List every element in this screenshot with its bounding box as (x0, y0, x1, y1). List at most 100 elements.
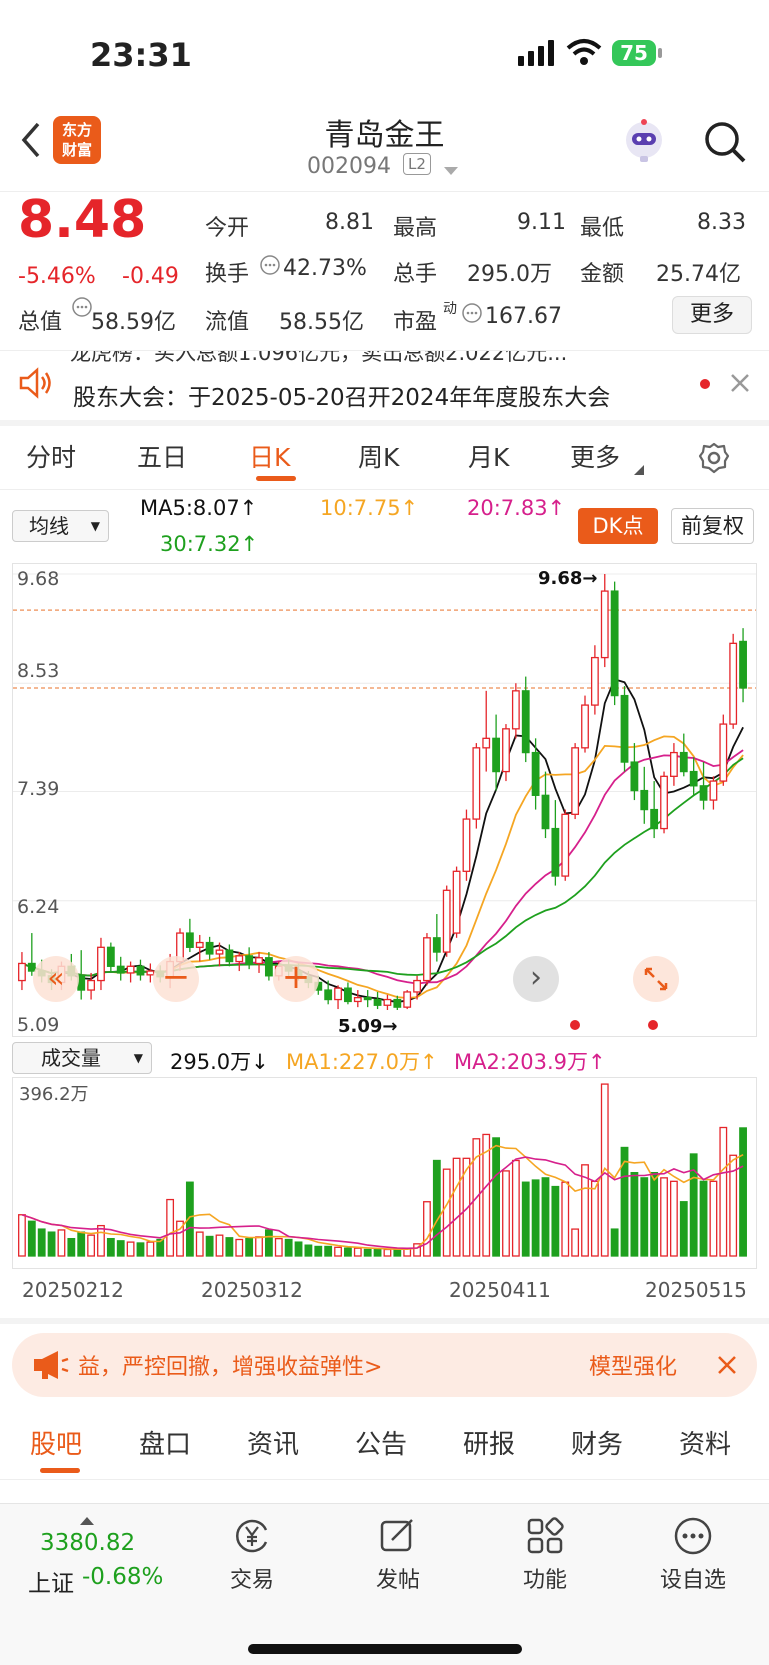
volume-max-label: 396.2万 (19, 1084, 89, 1105)
volume-bar (739, 1127, 747, 1257)
candle-body (423, 937, 431, 982)
candle-body (255, 957, 263, 965)
volume-bar (255, 1236, 263, 1257)
battery-level: 75 (620, 41, 648, 65)
tab-week-k[interactable]: 周K (358, 438, 399, 474)
volume-bar (561, 1181, 570, 1257)
candle-body (561, 813, 570, 877)
tab-pankou[interactable]: 盘口 (139, 1424, 191, 1461)
candle (136, 959, 145, 981)
candle-body (482, 737, 491, 749)
y-tick-3: 7.39 (17, 778, 60, 800)
info-dots-icon[interactable] (71, 296, 93, 322)
candle (600, 574, 609, 668)
more-button[interactable]: 更多 (672, 296, 752, 334)
volume-chart[interactable]: 396.2万 (12, 1077, 757, 1269)
close-icon[interactable] (730, 373, 750, 397)
chevrons-left-icon[interactable]: « (33, 956, 79, 1002)
trade-button[interactable]: 交易 (212, 1516, 292, 1594)
candle-body (630, 761, 639, 792)
candle (531, 738, 540, 810)
notice-partial: 龙虎榜：买入总额1.096亿元，卖出总额2.022亿元... (70, 350, 568, 365)
info-dots-icon[interactable] (259, 254, 281, 280)
high-label: 最高 (393, 216, 438, 241)
candle (116, 956, 125, 981)
candle (225, 944, 234, 967)
function-button[interactable]: 功能 (505, 1516, 585, 1594)
volume-bar (502, 1170, 510, 1257)
pe-value: 167.67 (485, 304, 562, 329)
zoom-out-icon[interactable]: − (153, 956, 199, 1002)
volume-bar (590, 1180, 599, 1257)
candle (719, 714, 728, 786)
tab-day-k[interactable]: 日K (249, 438, 290, 474)
zoom-in-icon[interactable]: + (273, 956, 319, 1002)
candle-body (106, 946, 115, 967)
volume-bar (274, 1237, 283, 1257)
volume-bar (334, 1246, 342, 1257)
tab-month-k[interactable]: 月K (468, 438, 509, 474)
tab-more[interactable]: 更多 (570, 438, 620, 474)
gear-icon[interactable] (698, 442, 730, 478)
volume-bar (640, 1177, 649, 1257)
candle-body (432, 937, 441, 953)
candle (353, 990, 362, 1008)
candle (472, 743, 481, 829)
index-change: -0.68% (82, 1564, 164, 1590)
fq-button[interactable]: 前复权 (671, 508, 754, 544)
tab-news[interactable]: 资讯 (247, 1424, 299, 1461)
robot-assistant-icon[interactable] (620, 118, 668, 168)
level-badge[interactable]: L2 (403, 153, 431, 175)
caret-down-icon[interactable] (444, 162, 458, 181)
edit-icon (380, 1519, 413, 1552)
turnover-label: 换手 (205, 262, 250, 287)
candle (423, 933, 431, 986)
candle-body (215, 949, 224, 955)
tab-fenshi[interactable]: 分时 (26, 438, 76, 474)
candle-body (442, 889, 451, 953)
tab-guba[interactable]: 股吧 (30, 1424, 82, 1461)
stock-code: 002094 (307, 154, 391, 179)
close-icon[interactable] (717, 1355, 737, 1379)
candle-body (116, 965, 125, 974)
status-time: 23:31 (90, 36, 192, 74)
add-watchlist-button[interactable]: 设自选 (653, 1516, 733, 1594)
candle-body (373, 998, 382, 1006)
candlestick-chart[interactable]: 9.68 8.53 7.39 6.24 5.09 9.68→ 5.09→ « −… (12, 563, 757, 1037)
watch-label: 设自选 (659, 1568, 726, 1593)
y-tick-min: 5.09 (17, 1014, 60, 1036)
chevron-right-icon[interactable]: › (513, 956, 559, 1002)
candle-body (541, 794, 550, 830)
tab-five-day[interactable]: 五日 (137, 438, 187, 474)
volume-bar (373, 1248, 382, 1257)
mcap-value: 58.59亿 (91, 310, 176, 335)
candle (679, 733, 688, 777)
volume-bar (205, 1235, 214, 1257)
ad-text: 益，严控回撤，增强收益弹性> (78, 1355, 383, 1380)
ma-select[interactable]: 均线 ▼ (12, 510, 109, 542)
x-tick-1: 20250212 (22, 1278, 124, 1302)
volume-select[interactable]: 成交量 ▼ (12, 1042, 152, 1074)
notice-text[interactable]: 股东大会：于2025-05-20召开2024年年度股东大会 (73, 378, 610, 412)
candle (511, 683, 520, 739)
candle (670, 743, 678, 786)
candle (205, 936, 214, 960)
ad-banner[interactable]: 益，严控回撤，增强收益弹性> 模型强化 (12, 1333, 757, 1397)
tab-profile[interactable]: 资料 (679, 1424, 731, 1461)
candle-body (353, 997, 362, 1003)
tab-indicator (40, 1468, 80, 1473)
index-value[interactable]: 3380.82 (40, 1530, 135, 1556)
post-button[interactable]: 发帖 (358, 1516, 438, 1594)
volume-bar (363, 1248, 372, 1257)
dk-button[interactable]: DK点 (578, 508, 658, 544)
candle (502, 724, 510, 782)
tab-announcements[interactable]: 公告 (355, 1424, 407, 1461)
tab-finance[interactable]: 财务 (571, 1424, 623, 1461)
tab-research[interactable]: 研报 (463, 1424, 515, 1461)
volume-bar (195, 1231, 204, 1257)
grid-icon (527, 1517, 564, 1554)
expand-icon[interactable] (633, 956, 679, 1002)
ma-row: 均线 ▼ MA5:8.07↑ 10:7.75↑ 20:7.83↑ 30:7.32↑… (0, 490, 769, 562)
search-icon[interactable] (703, 120, 747, 168)
info-dots-icon[interactable] (461, 302, 483, 328)
